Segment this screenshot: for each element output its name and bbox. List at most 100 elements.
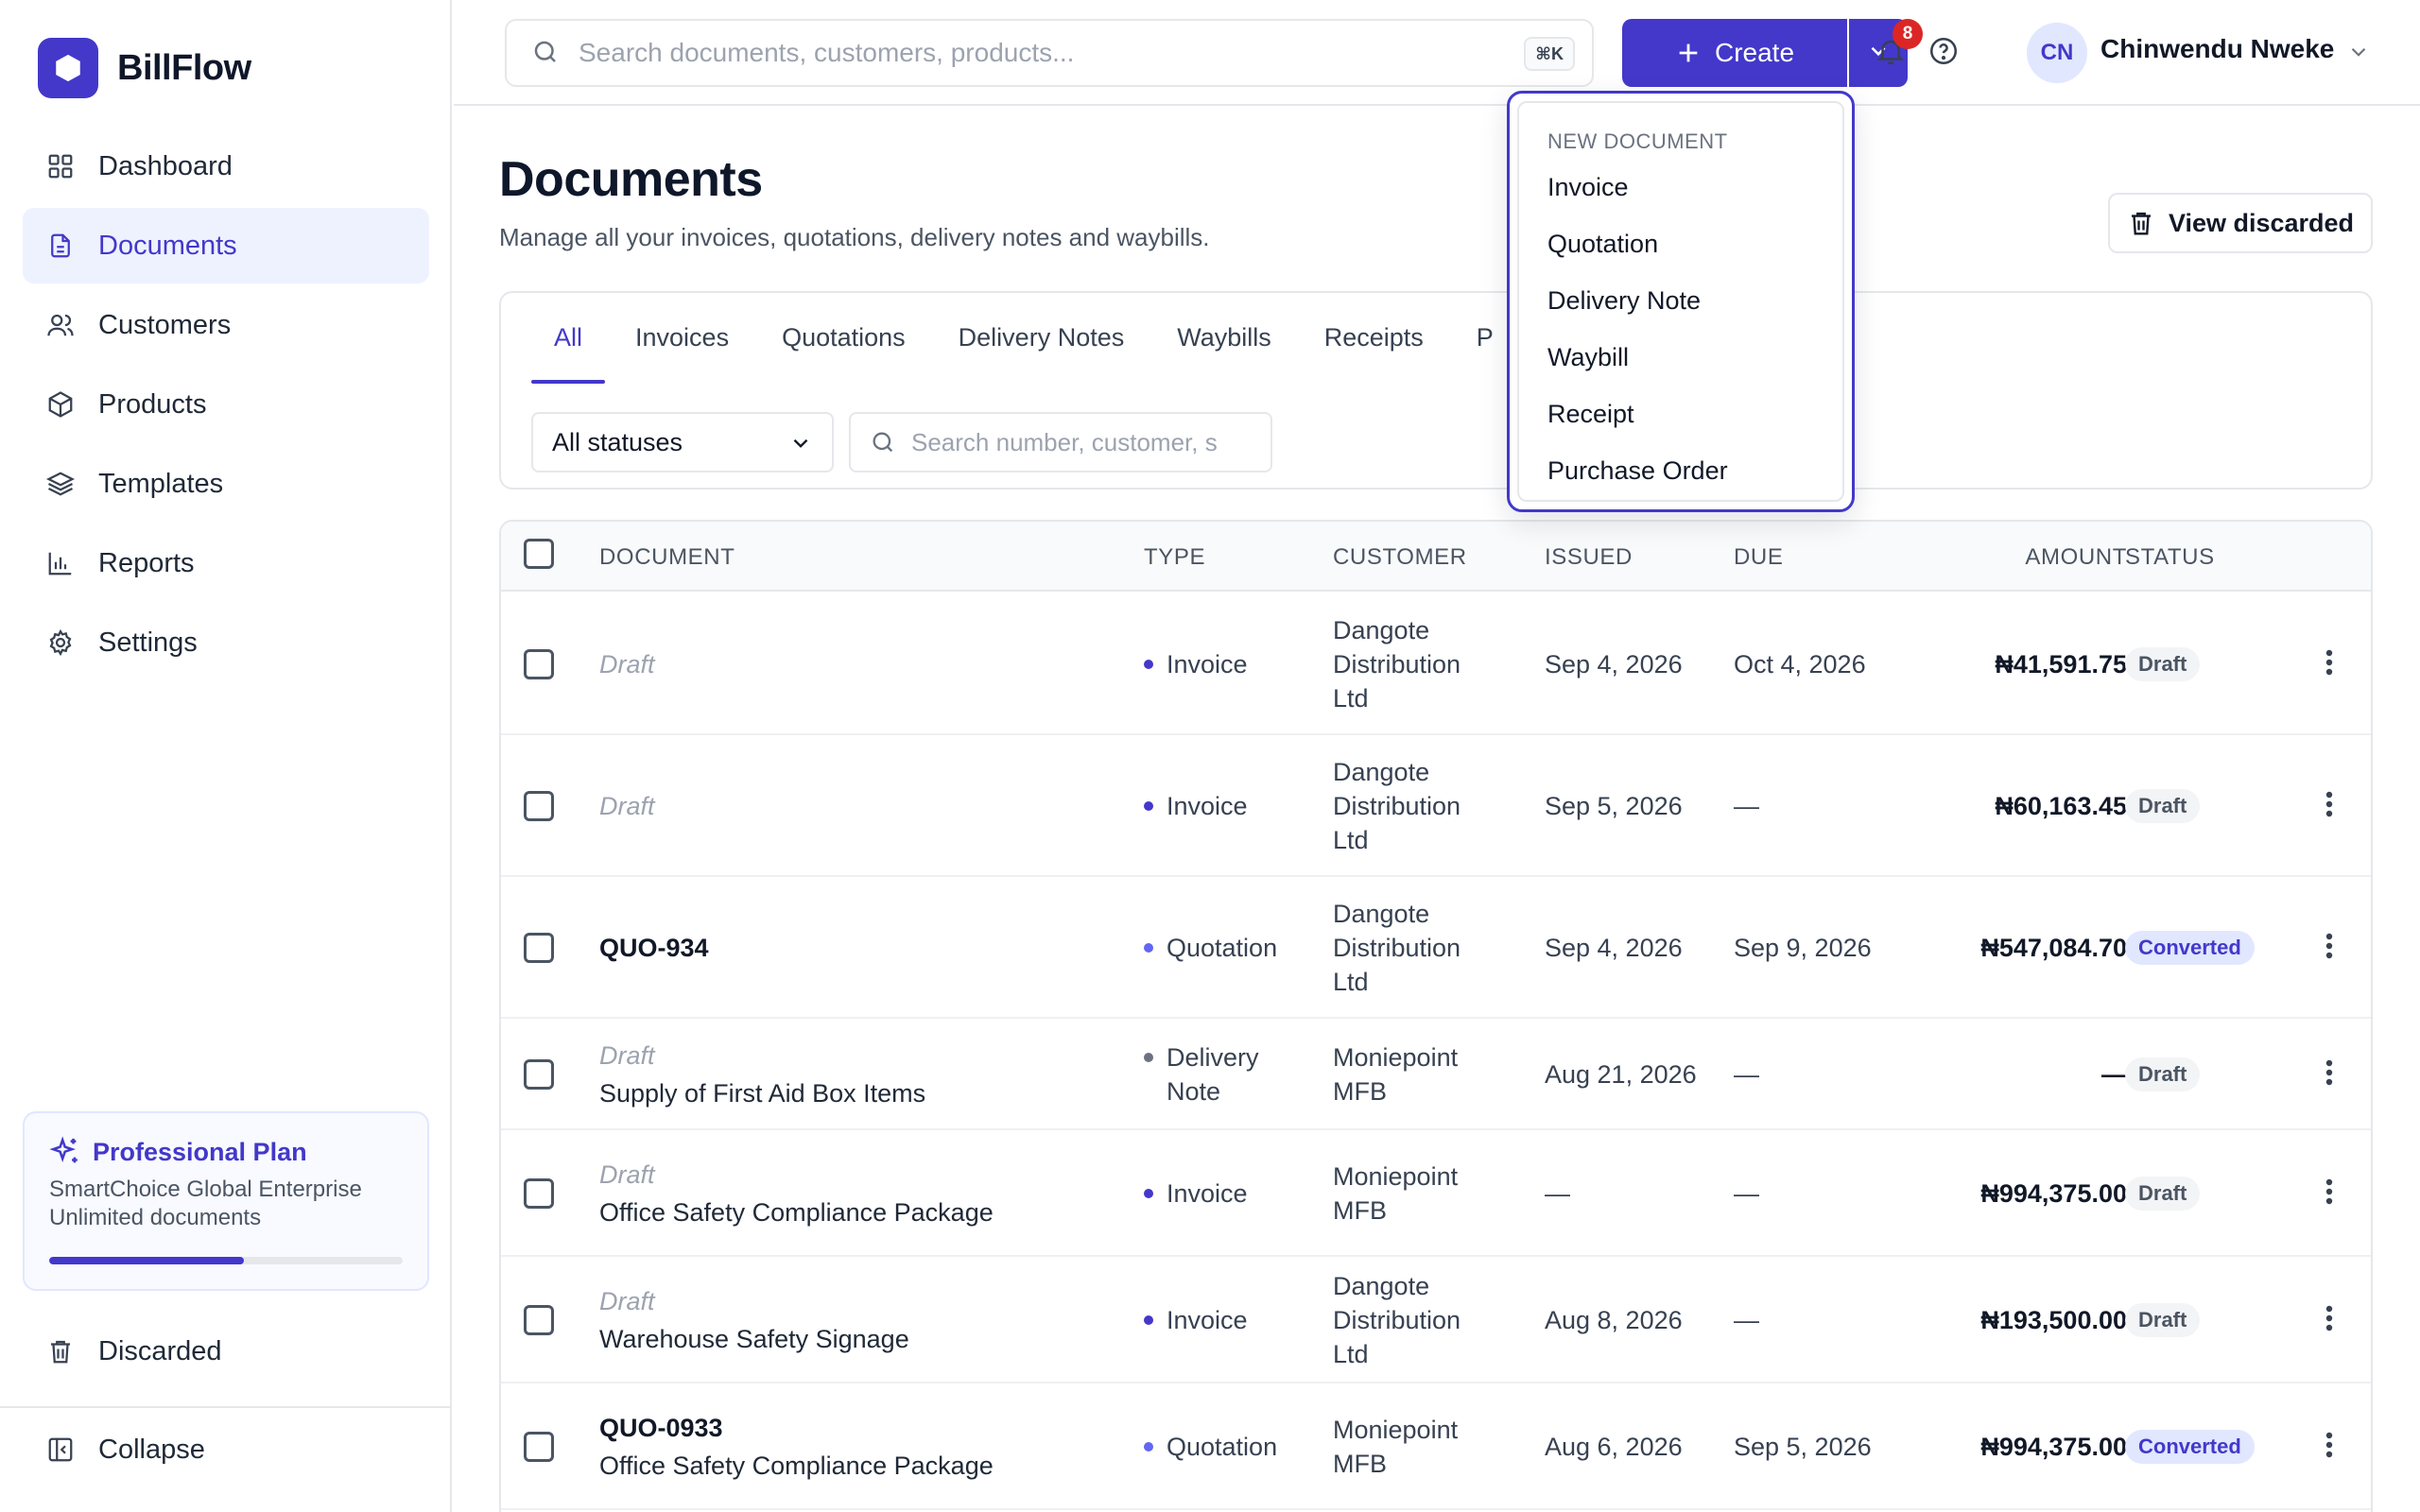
avatar[interactable]: CN: [2027, 23, 2087, 83]
help-icon: [1927, 35, 1960, 72]
tab-receipts[interactable]: Receipts: [1324, 293, 1424, 384]
row-checkbox[interactable]: [524, 933, 554, 963]
document-number[interactable]: Draft: [599, 1158, 994, 1192]
sidebar-item-products[interactable]: Products: [23, 367, 429, 442]
row-checkbox[interactable]: [524, 1305, 554, 1335]
row-checkbox[interactable]: [524, 649, 554, 679]
menu-item-purchase-order[interactable]: Purchase Order: [1547, 456, 1728, 486]
sidebar-item-customers[interactable]: Customers: [23, 287, 429, 363]
row-actions-button[interactable]: [2314, 1056, 2344, 1093]
customer-name-line: Ltd: [1333, 826, 1369, 854]
dropdown-heading: NEW DOCUMENT: [1547, 129, 1728, 153]
column-header-type[interactable]: TYPE: [1144, 544, 1205, 571]
tab-waybills[interactable]: Waybills: [1177, 293, 1271, 384]
plan-usage-bar: [49, 1257, 403, 1264]
column-header-document[interactable]: DOCUMENT: [599, 544, 735, 571]
tab-delivery-notes[interactable]: Delivery Notes: [959, 293, 1125, 384]
document-cell[interactable]: Draft Supply of First Aid Box Items: [599, 1039, 925, 1110]
document-search[interactable]: [849, 412, 1272, 472]
plan-name: Professional Plan: [93, 1137, 307, 1166]
column-header-customer[interactable]: CUSTOMER: [1333, 544, 1467, 571]
status-filter-select[interactable]: All statuses: [531, 412, 834, 472]
table-row[interactable]: Draft Invoice Dangote Distribution Ltd Sep 5,…: [501, 735, 2371, 877]
menu-item-waybill[interactable]: Waybill: [1547, 343, 1629, 372]
document-search-input[interactable]: [911, 427, 1233, 457]
tab-purchase-orders[interactable]: P: [1477, 293, 1494, 384]
column-header-amount[interactable]: AMOUNT: [1976, 544, 2127, 571]
sidebar-item-documents[interactable]: Documents: [23, 208, 429, 284]
document-number[interactable]: Draft: [599, 1039, 925, 1073]
plan-card[interactable]: Professional Plan SmartChoice Global Ent…: [23, 1111, 429, 1291]
global-search-input[interactable]: [579, 38, 1486, 68]
row-actions-button[interactable]: [2314, 929, 2344, 967]
customer-name-line: MFB: [1333, 1077, 1387, 1106]
sidebar-item-settings[interactable]: Settings: [23, 605, 429, 680]
customer-name-line: Distribution: [1333, 792, 1461, 820]
sidebar-item-discarded[interactable]: Discarded: [23, 1314, 429, 1389]
document-cell[interactable]: Draft: [599, 647, 655, 681]
customer-cell[interactable]: Dangote Distribution Ltd: [1333, 1269, 1461, 1371]
tab-quotations[interactable]: Quotations: [782, 293, 906, 384]
row-actions-button[interactable]: [2314, 1428, 2344, 1466]
document-number[interactable]: QUO-934: [599, 931, 709, 965]
brand[interactable]: BillFlow: [38, 38, 251, 98]
document-number[interactable]: QUO-0933: [599, 1411, 994, 1445]
more-vertical-icon: [2325, 1305, 2333, 1336]
document-cell[interactable]: Draft: [599, 789, 655, 823]
select-all-checkbox[interactable]: [524, 539, 554, 569]
user-menu-chevron-icon[interactable]: [2346, 40, 2373, 66]
create-button[interactable]: Create: [1622, 19, 1847, 87]
customer-cell[interactable]: Moniepoint MFB: [1333, 1413, 1458, 1481]
row-checkbox[interactable]: [524, 1059, 554, 1090]
document-number[interactable]: Draft: [599, 789, 655, 823]
more-vertical-icon: [2325, 649, 2333, 680]
row-checkbox[interactable]: [524, 1178, 554, 1209]
customer-cell[interactable]: Dangote Distribution Ltd: [1333, 613, 1461, 715]
menu-item-receipt[interactable]: Receipt: [1547, 400, 1634, 429]
user-name[interactable]: Chinwendu Nweke: [2100, 34, 2334, 64]
view-discarded-button[interactable]: View discarded: [2108, 193, 2373, 253]
more-vertical-icon: [2325, 791, 2333, 822]
menu-item-quotation[interactable]: Quotation: [1547, 230, 1658, 259]
menu-item-delivery-note[interactable]: Delivery Note: [1547, 286, 1701, 316]
customer-cell[interactable]: Dangote Distribution Ltd: [1333, 897, 1461, 999]
global-search[interactable]: ⌘K: [505, 19, 1594, 87]
table-row[interactable]: Draft Office Safety Compliance Package Inv…: [501, 1130, 2371, 1257]
document-cell[interactable]: QUO-934: [599, 931, 709, 965]
document-cell[interactable]: QUO-0933 Office Safety Compliance Package: [599, 1411, 994, 1483]
column-header-status[interactable]: STATUS: [2125, 544, 2215, 571]
row-actions-button[interactable]: [2314, 645, 2344, 683]
sidebar-item-templates[interactable]: Templates: [23, 446, 429, 522]
chevron-down-icon: [788, 431, 813, 455]
table-row[interactable]: Draft Supply of First Aid Box Items Delive…: [501, 1019, 2371, 1130]
row-checkbox[interactable]: [524, 791, 554, 821]
document-cell[interactable]: Draft Warehouse Safety Signage: [599, 1284, 909, 1356]
table-row[interactable]: QUO-0933 Office Safety Compliance Package…: [501, 1383, 2371, 1510]
table-row[interactable]: Draft Warehouse Safety Signage Invoice Dang…: [501, 1257, 2371, 1383]
customer-cell[interactable]: Dangote Distribution Ltd: [1333, 755, 1461, 857]
tab-all[interactable]: All: [530, 293, 606, 384]
row-actions-button[interactable]: [2314, 1301, 2344, 1339]
sidebar-item-reports[interactable]: Reports: [23, 525, 429, 601]
view-discarded-label: View discarded: [2168, 208, 2355, 237]
document-number[interactable]: Draft: [599, 647, 655, 681]
document-number[interactable]: Draft: [599, 1284, 909, 1318]
sidebar-divider: [0, 1406, 452, 1408]
table-row[interactable]: QUO-934 Quotation Dangote Distribution Ltd Se…: [501, 877, 2371, 1019]
table-row[interactable]: Draft Invoice Dangote Distribution Ltd Sep 4,…: [501, 593, 2371, 735]
customer-cell[interactable]: Moniepoint MFB: [1333, 1040, 1458, 1108]
amount-value: ₦994,375.00: [1980, 1433, 2127, 1461]
menu-item-invoice[interactable]: Invoice: [1547, 173, 1629, 202]
row-actions-button[interactable]: [2314, 787, 2344, 825]
tab-invoices[interactable]: Invoices: [635, 293, 729, 384]
column-header-due[interactable]: DUE: [1734, 544, 1783, 571]
help-button[interactable]: [1923, 32, 1964, 74]
collapse-button[interactable]: Collapse: [23, 1412, 429, 1487]
customer-cell[interactable]: Moniepoint MFB: [1333, 1160, 1458, 1228]
row-checkbox[interactable]: [524, 1432, 554, 1462]
document-cell[interactable]: Draft Office Safety Compliance Package: [599, 1158, 994, 1229]
row-actions-button[interactable]: [2314, 1175, 2344, 1212]
column-header-issued[interactable]: ISSUED: [1545, 544, 1633, 571]
due-date: —: [1734, 1060, 1759, 1089]
sidebar-item-dashboard[interactable]: Dashboard: [23, 129, 429, 204]
